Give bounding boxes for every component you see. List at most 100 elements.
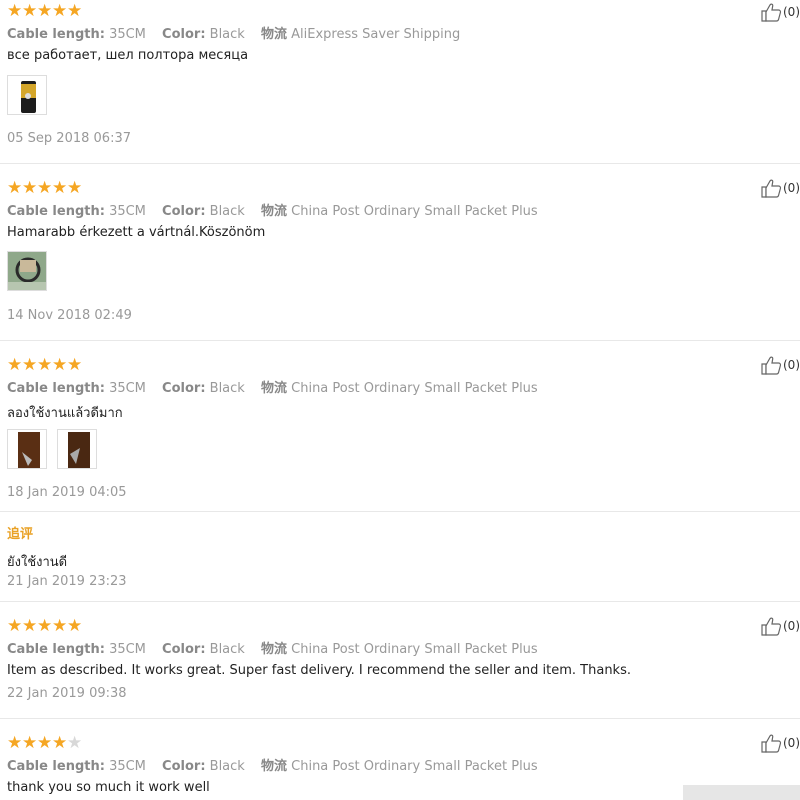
cable-length-value: 35CM (109, 642, 146, 657)
review-date: 22 Jan 2019 09:38 (7, 686, 127, 701)
shipping-label: 物流 (260, 759, 287, 774)
cable-length-value: 35CM (109, 381, 146, 396)
review-photos (7, 251, 52, 293)
color-value: Black (209, 381, 245, 396)
review-photo[interactable] (7, 429, 47, 469)
cable-length-value: 35CM (109, 27, 146, 42)
cable-length-label: Cable length: (7, 759, 105, 774)
sku-info: Cable length: 35CM Color: Black 物流 China… (7, 200, 550, 219)
color-label: Color: (162, 27, 206, 42)
review-text: Hamarabb érkezett a vártnál.Köszönöm (7, 225, 266, 240)
star-icon: ★ (7, 733, 23, 753)
star-empty-icon: ★ (67, 733, 83, 753)
review-date: 14 Nov 2018 02:49 (7, 308, 132, 323)
scroll-overlay (683, 785, 800, 800)
star-icon: ★ (7, 355, 23, 375)
shipping-value: AliExpress Saver Shipping (291, 27, 461, 42)
review-photo[interactable] (57, 429, 98, 469)
divider (0, 511, 800, 512)
like-button[interactable]: (0) (760, 2, 800, 22)
star-rating: ★★★★★ (7, 178, 83, 198)
cable-length-label: Cable length: (7, 27, 105, 42)
star-icon: ★ (7, 1, 23, 21)
like-button[interactable]: (0) (760, 616, 800, 636)
shipping-label: 物流 (260, 204, 287, 219)
cable-length-label: Cable length: (7, 642, 105, 657)
thumbs-up-icon (761, 734, 782, 753)
shipping-value: China Post Ordinary Small Packet Plus (291, 204, 538, 219)
color-label: Color: (162, 642, 206, 657)
like-count: (0) (783, 181, 800, 195)
followup-date: 21 Jan 2019 23:23 (7, 574, 127, 589)
sku-info: Cable length: 35CM Color: Black 物流 China… (7, 638, 550, 657)
color-value: Black (209, 759, 245, 774)
review-photo[interactable] (7, 75, 47, 115)
like-count: (0) (783, 5, 800, 19)
star-icon: ★ (22, 616, 38, 636)
review-text: все работает, шел полтора месяца (7, 48, 249, 63)
sku-info: Cable length: 35CM Color: Black 物流 China… (7, 755, 550, 774)
star-icon: ★ (52, 178, 68, 198)
star-icon: ★ (52, 616, 68, 636)
shipping-value: China Post Ordinary Small Packet Plus (291, 642, 538, 657)
star-icon: ★ (67, 178, 83, 198)
like-button[interactable]: (0) (760, 178, 800, 198)
color-label: Color: (162, 381, 206, 396)
review-item: ★★★★★ (0) Cable length: 35CM Color: Blac… (0, 602, 800, 719)
cable-length-value: 35CM (109, 759, 146, 774)
shipping-label: 物流 (260, 381, 287, 396)
sku-info: Cable length: 35CM Color: Black 物流 AliEx… (7, 23, 472, 42)
cable-length-label: Cable length: (7, 381, 105, 396)
color-value: Black (209, 27, 245, 42)
followup-text: ยังใช้งานดี (7, 555, 68, 570)
star-icon: ★ (22, 178, 38, 198)
star-icon: ★ (22, 733, 38, 753)
star-icon: ★ (37, 1, 53, 21)
like-count: (0) (783, 358, 800, 372)
thumbs-up-icon (761, 3, 782, 22)
review-date: 05 Sep 2018 06:37 (7, 131, 131, 146)
color-label: Color: (162, 759, 206, 774)
star-rating: ★★★★★ (7, 733, 83, 753)
sku-info: Cable length: 35CM Color: Black 物流 China… (7, 377, 550, 396)
review-photo[interactable] (7, 251, 47, 291)
star-icon: ★ (67, 355, 83, 375)
star-icon: ★ (37, 616, 53, 636)
like-count: (0) (783, 619, 800, 633)
color-value: Black (209, 204, 245, 219)
shipping-label: 物流 (260, 27, 287, 42)
review-item: ★★★★★ (0) Cable length: 35CM Color: Blac… (0, 719, 800, 800)
thumbs-up-icon (761, 617, 782, 636)
star-rating: ★★★★★ (7, 616, 83, 636)
star-icon: ★ (37, 178, 53, 198)
star-icon: ★ (52, 733, 68, 753)
color-value: Black (209, 642, 245, 657)
review-photos (7, 75, 52, 117)
star-icon: ★ (67, 1, 83, 21)
review-date: 18 Jan 2019 04:05 (7, 485, 127, 500)
review-item: ★★★★★ (0) Cable length: 35CM Color: Blac… (0, 341, 800, 602)
shipping-label: 物流 (260, 642, 287, 657)
review-item: ★★★★★ (0) Cable length: 35CM Color: Blac… (0, 164, 800, 341)
star-icon: ★ (7, 178, 23, 198)
thumbs-up-icon (761, 179, 782, 198)
color-label: Color: (162, 204, 206, 219)
star-icon: ★ (52, 355, 68, 375)
review-item: ★★★★★ (0) Cable length: 35CM Color: Blac… (0, 0, 800, 164)
followup-label: 追评 (7, 527, 34, 542)
star-icon: ★ (67, 616, 83, 636)
like-button[interactable]: (0) (760, 733, 800, 753)
review-text: thank you so much it work well (7, 780, 210, 795)
star-icon: ★ (7, 616, 23, 636)
shipping-value: China Post Ordinary Small Packet Plus (291, 759, 538, 774)
thumbs-up-icon (761, 356, 782, 375)
like-count: (0) (783, 736, 800, 750)
review-text: ลองใช้งานแล้วดีมาก (7, 406, 123, 421)
star-icon: ★ (22, 1, 38, 21)
like-button[interactable]: (0) (760, 355, 800, 375)
cable-length-label: Cable length: (7, 204, 105, 219)
shipping-value: China Post Ordinary Small Packet Plus (291, 381, 538, 396)
star-rating: ★★★★★ (7, 355, 83, 375)
star-icon: ★ (22, 355, 38, 375)
review-photos (7, 429, 102, 471)
